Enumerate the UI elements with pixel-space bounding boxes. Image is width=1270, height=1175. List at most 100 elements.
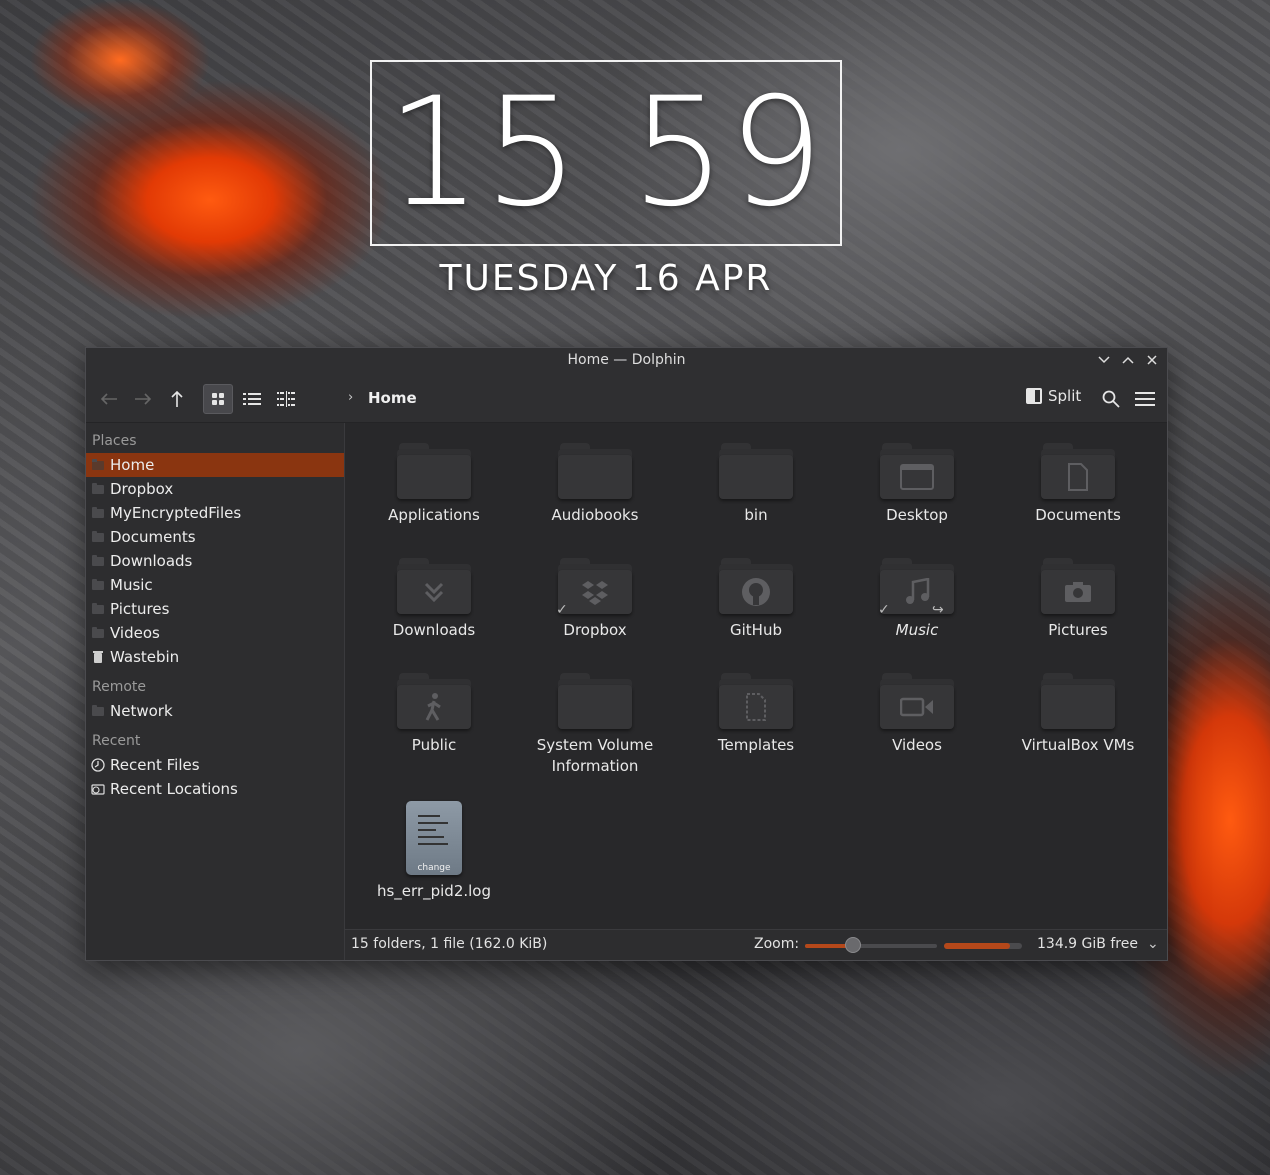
status-bar: 15 folders, 1 file (162.0 KiB) Zoom: 134… [345, 929, 1167, 960]
search-icon [1102, 390, 1120, 408]
folder-music[interactable]: ✓ ↪ Music [842, 558, 992, 641]
downloads-folder-icon [92, 554, 104, 566]
forward-button[interactable] [128, 384, 158, 414]
menu-button[interactable] [1130, 384, 1160, 414]
clock-icon [91, 758, 105, 772]
folder-icon [1041, 673, 1115, 729]
folder-downloads-icon [397, 558, 471, 614]
sidebar-item-music[interactable]: Music [86, 573, 344, 597]
network-folder-icon [92, 704, 104, 716]
remote-section-title: Remote [92, 679, 147, 695]
places-section-title: Places [92, 433, 137, 449]
grid-view-icon [212, 393, 224, 405]
folder-bin[interactable]: bin [681, 443, 831, 526]
folder-dropbox-icon: ✓ [556, 558, 632, 618]
folder-dropbox[interactable]: ✓ Dropbox [520, 558, 670, 641]
dolphin-window: Home — Dolphin › Home Split Places Home … [85, 347, 1168, 961]
sidebar-item-dropbox[interactable]: Dropbox [86, 477, 344, 501]
close-button[interactable] [1143, 351, 1161, 369]
chevron-up-icon [1122, 356, 1134, 364]
folder-desktop-icon [880, 443, 954, 499]
file-hs-err-pid2-log[interactable]: change hs_err_pid2.log [359, 801, 509, 902]
sidebar-item-network[interactable]: Network [86, 699, 344, 723]
sidebar-item-videos[interactable]: Videos [86, 621, 344, 645]
folder-desktop[interactable]: Desktop [842, 443, 992, 526]
columns-view-icon [277, 391, 295, 407]
folder-videos[interactable]: Videos [842, 673, 992, 756]
file-type-tag: change [417, 863, 451, 873]
close-icon [1147, 355, 1157, 365]
sidebar-item-myencryptedfiles[interactable]: MyEncryptedFiles [86, 501, 344, 525]
folder-github-icon [719, 558, 793, 614]
compact-view-button[interactable] [271, 384, 301, 414]
log-file-icon: change [406, 801, 462, 875]
folder-applications[interactable]: Applications [359, 443, 509, 526]
folder-downloads[interactable]: Downloads [359, 558, 509, 641]
folder-pictures[interactable]: Pictures [1003, 558, 1153, 641]
folder-public[interactable]: Public [359, 673, 509, 756]
folder-documents[interactable]: Documents [1003, 443, 1153, 526]
folder-pictures-icon [1041, 558, 1115, 614]
folder-videos-icon [880, 673, 954, 729]
search-button[interactable] [1096, 384, 1126, 414]
sidebar-item-documents[interactable]: Documents [86, 525, 344, 549]
up-button[interactable] [162, 384, 192, 414]
home-folder-icon [92, 458, 104, 470]
list-view-icon [243, 393, 261, 405]
file-view[interactable]: Applications Audiobooks bin Desktop Docu… [345, 423, 1167, 930]
maximize-button[interactable] [1119, 351, 1137, 369]
folder-icon [397, 443, 471, 499]
folder-icon [92, 506, 104, 518]
icons-view-button[interactable] [203, 384, 233, 414]
videos-folder-icon [92, 626, 104, 638]
arrow-right-icon [135, 393, 152, 405]
folder-virtualbox-vms[interactable]: VirtualBox VMs [1003, 673, 1153, 756]
arrow-up-icon [171, 390, 183, 407]
title-bar[interactable]: Home — Dolphin [86, 348, 1167, 374]
details-view-button[interactable] [237, 384, 267, 414]
chevron-down-icon [1098, 356, 1110, 364]
trash-icon [93, 651, 103, 663]
sidebar-item-pictures[interactable]: Pictures [86, 597, 344, 621]
zoom-slider[interactable] [805, 937, 937, 953]
breadcrumb-home[interactable]: Home [368, 389, 417, 407]
folder-public-icon [397, 673, 471, 729]
free-space-label[interactable]: 134.9 GiB free [1037, 936, 1138, 952]
folder-github[interactable]: GitHub [681, 558, 831, 641]
split-button[interactable]: Split [1026, 387, 1081, 405]
split-view-icon [1026, 388, 1042, 404]
folder-templates[interactable]: Templates [681, 673, 831, 756]
breadcrumb-chevron-icon[interactable]: › [348, 390, 353, 405]
sync-check-icon: ✓ [556, 602, 568, 618]
arrow-left-icon [100, 393, 117, 405]
places-panel: Places Home Dropbox MyEncryptedFiles Doc… [86, 423, 345, 960]
pictures-folder-icon [92, 602, 104, 614]
sidebar-item-home[interactable]: Home [86, 453, 344, 477]
chevron-down-icon[interactable]: ⌄ [1147, 936, 1159, 952]
folder-audiobooks[interactable]: Audiobooks [520, 443, 670, 526]
window-title: Home — Dolphin [567, 352, 686, 368]
split-label: Split [1048, 387, 1082, 405]
folder-templates-icon [719, 673, 793, 729]
recent-folder-icon [91, 784, 105, 795]
documents-folder-icon [92, 530, 104, 542]
sidebar-item-recent-locations[interactable]: Recent Locations [86, 777, 344, 801]
folder-music-icon: ✓ ↪ [878, 558, 954, 618]
toolbar: › Home Split [86, 374, 1167, 423]
sync-check-icon: ✓ [878, 602, 890, 618]
clock-hours: 15 [386, 66, 582, 240]
recent-section-title: Recent [92, 733, 141, 749]
hamburger-menu-icon [1135, 392, 1155, 406]
sidebar-item-recent-files[interactable]: Recent Files [86, 753, 344, 777]
clock-widget: 15 59 [370, 60, 842, 246]
clock-date: TUESDAY 16 APR [439, 258, 773, 299]
disk-space-bar [944, 943, 1022, 949]
status-summary: 15 folders, 1 file (162.0 KiB) [351, 936, 548, 952]
minimize-button[interactable] [1095, 351, 1113, 369]
folder-icon [719, 443, 793, 499]
folder-system-volume-information[interactable]: System Volume Information [520, 673, 670, 777]
back-button[interactable] [94, 384, 124, 414]
zoom-slider-handle[interactable] [844, 937, 861, 953]
sidebar-item-wastebin[interactable]: Wastebin [86, 645, 344, 669]
sidebar-item-downloads[interactable]: Downloads [86, 549, 344, 573]
